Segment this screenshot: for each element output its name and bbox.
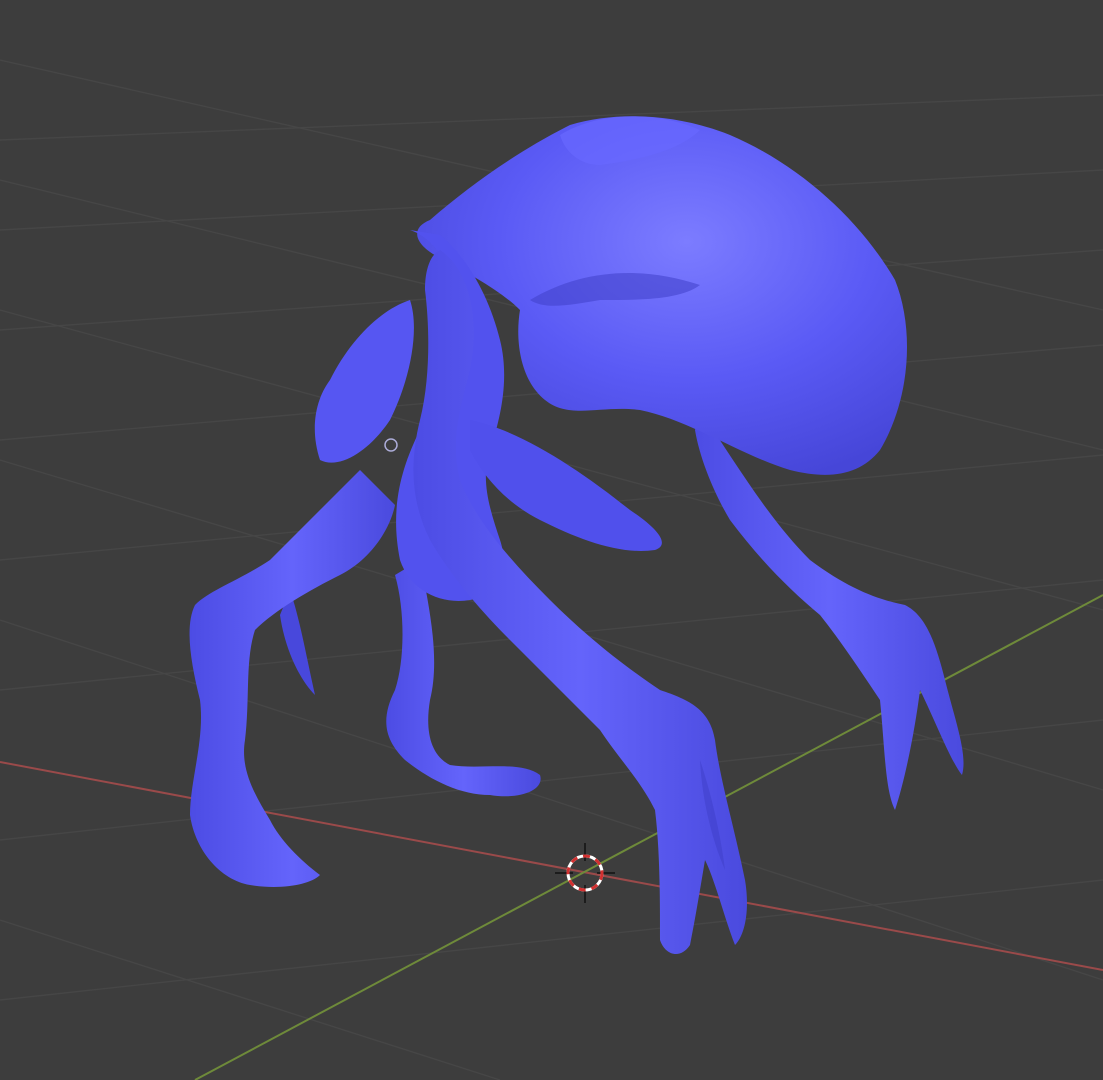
3d-viewport[interactable] [0,0,1103,1080]
viewport-canvas[interactable] [0,0,1103,1080]
